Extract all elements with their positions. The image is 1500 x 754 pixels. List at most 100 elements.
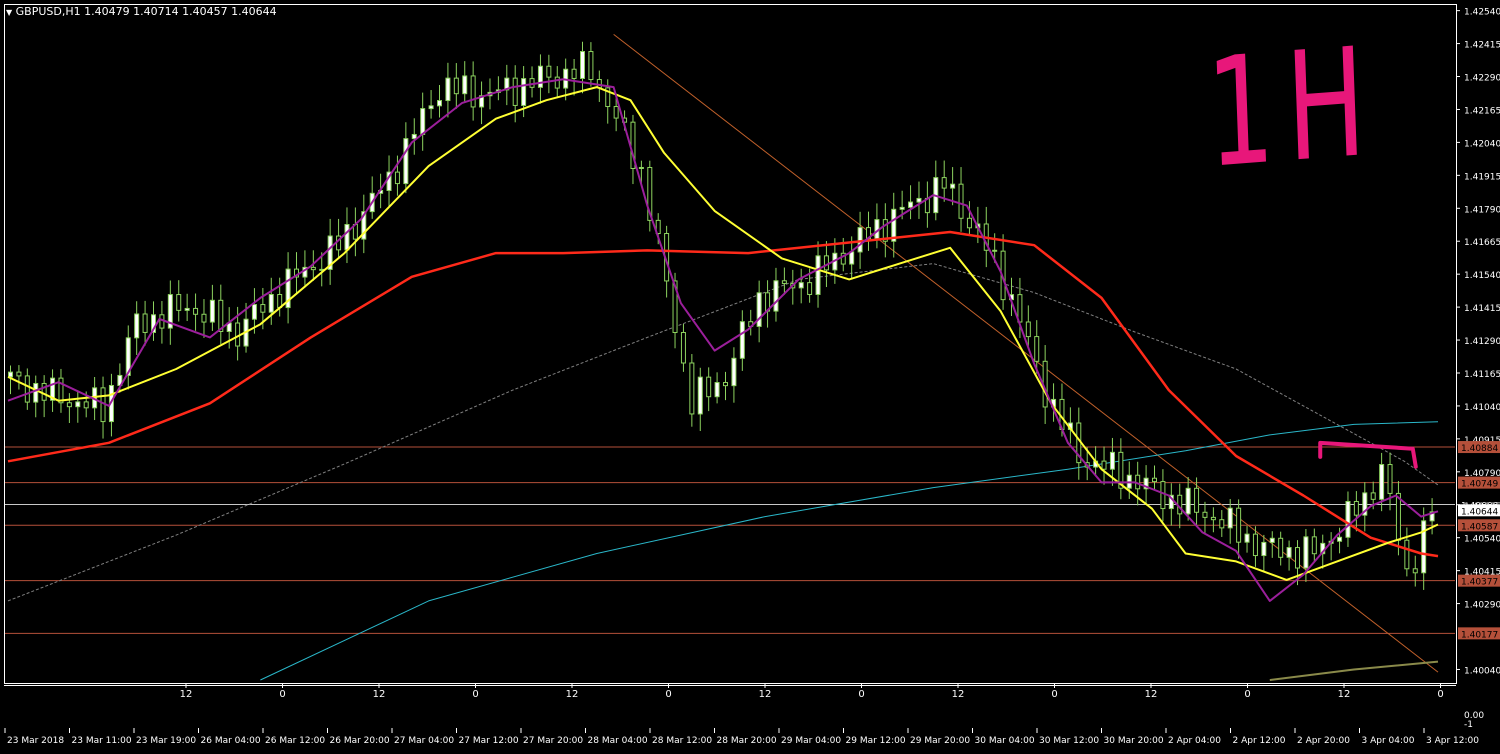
candle-body[interactable] <box>815 255 821 295</box>
top-time-label: 0 <box>665 689 671 700</box>
candle-body[interactable] <box>950 183 956 189</box>
candle-body[interactable] <box>1379 464 1385 500</box>
candle-body[interactable] <box>470 75 476 108</box>
candle-body[interactable] <box>24 375 30 403</box>
candle-body[interactable] <box>697 376 703 415</box>
price-tick-label: 1.42040 <box>1464 139 1500 149</box>
candle-body[interactable] <box>193 307 199 315</box>
price-chart[interactable]: 1.42540 1.42415 1.42290 1.42165 1.42040 1.419… <box>0 0 1500 750</box>
candle-body[interactable] <box>260 304 266 313</box>
candle-body[interactable] <box>781 280 787 284</box>
candle-body[interactable] <box>1345 500 1351 538</box>
candle-body[interactable] <box>462 75 468 95</box>
candle-body[interactable] <box>75 401 81 408</box>
candle-body[interactable] <box>908 201 914 208</box>
candle-body[interactable] <box>403 138 409 185</box>
candle-body[interactable] <box>1034 336 1040 362</box>
candle-body[interactable] <box>8 371 13 378</box>
candle-body[interactable] <box>1278 537 1284 558</box>
candle-body[interactable] <box>445 77 451 102</box>
candle-body[interactable] <box>1227 507 1233 529</box>
candle-body[interactable] <box>1252 533 1258 557</box>
candle-body[interactable] <box>1236 507 1242 543</box>
candle-body[interactable] <box>394 171 400 185</box>
candle-body[interactable] <box>428 105 434 110</box>
candle-body[interactable] <box>1370 492 1376 500</box>
candle-body[interactable] <box>731 357 737 387</box>
candle-body[interactable] <box>1210 516 1216 521</box>
candle-body[interactable] <box>1152 477 1157 483</box>
candle-body[interactable] <box>411 133 417 140</box>
candle-body[interactable] <box>453 77 459 95</box>
candle-body[interactable] <box>1269 537 1275 543</box>
candle-body[interactable] <box>554 76 560 89</box>
candle-body[interactable] <box>1244 533 1250 543</box>
candle-body[interactable] <box>546 65 552 78</box>
candle-body[interactable] <box>580 51 585 79</box>
candle-body[interactable] <box>891 208 897 242</box>
candle-body[interactable] <box>176 294 182 311</box>
candle-body[interactable] <box>512 77 518 106</box>
candle-body[interactable] <box>773 280 779 312</box>
candle-body[interactable] <box>723 382 728 387</box>
candle-body[interactable] <box>209 299 215 323</box>
candle-body[interactable] <box>706 376 712 398</box>
candle-body[interactable] <box>807 282 813 295</box>
candle-body[interactable] <box>823 255 829 271</box>
candle-body[interactable] <box>66 402 72 408</box>
candle-body[interactable] <box>638 166 644 169</box>
candle-body[interactable] <box>941 177 947 189</box>
candle-body[interactable] <box>1395 492 1401 541</box>
candle-body[interactable] <box>521 78 527 106</box>
candle-body[interactable] <box>798 282 804 289</box>
candle-body[interactable] <box>251 304 257 320</box>
candle-body[interactable] <box>1311 536 1317 555</box>
candle-body[interactable] <box>16 371 22 377</box>
candle-body[interactable] <box>344 223 350 251</box>
candle-body[interactable] <box>1185 487 1191 515</box>
candle-body[interactable] <box>1421 520 1427 574</box>
candle-body[interactable] <box>1303 536 1309 569</box>
candle-body[interactable] <box>142 313 148 333</box>
candle-body[interactable] <box>134 313 140 339</box>
candle-body[interactable] <box>537 65 543 88</box>
candle-body[interactable] <box>899 206 905 210</box>
candle-body[interactable] <box>1109 451 1115 470</box>
candle-body[interactable] <box>437 100 442 107</box>
candle-body[interactable] <box>1286 547 1292 558</box>
candle-body[interactable] <box>689 362 695 415</box>
candle-body[interactable] <box>613 106 619 119</box>
candle-body[interactable] <box>992 249 998 252</box>
candle-body[interactable] <box>1194 487 1200 513</box>
candle-body[interactable] <box>857 227 863 253</box>
candle-body[interactable] <box>201 313 207 323</box>
candle-body[interactable] <box>680 332 686 364</box>
candle-body[interactable] <box>1025 321 1031 338</box>
candle-body[interactable] <box>33 382 39 403</box>
candle-body[interactable] <box>958 183 964 219</box>
candle-body[interactable] <box>1160 481 1166 510</box>
candle-body[interactable] <box>571 68 577 79</box>
candle-body[interactable] <box>849 251 855 265</box>
candle-body[interactable] <box>1261 541 1267 557</box>
chart-menu-icon[interactable]: ▼ <box>6 8 12 17</box>
candle-body[interactable] <box>1353 500 1359 516</box>
candle-body[interactable] <box>966 217 972 229</box>
candle-body[interactable] <box>714 382 720 398</box>
candle-body[interactable] <box>420 108 426 135</box>
candle-body[interactable] <box>739 321 745 359</box>
candle-body[interactable] <box>1202 511 1208 518</box>
candle-body[interactable] <box>916 197 922 203</box>
candle-body[interactable] <box>1219 519 1225 529</box>
candle-body[interactable] <box>588 51 594 81</box>
candle-body[interactable] <box>268 293 274 313</box>
candle-body[interactable] <box>1412 568 1418 574</box>
candle-body[interactable] <box>1404 539 1410 570</box>
candle-body[interactable] <box>83 401 89 409</box>
candle-body[interactable] <box>1387 464 1393 494</box>
candle-body[interactable] <box>1337 536 1343 542</box>
candle-body[interactable] <box>1101 460 1107 470</box>
candle-body[interactable] <box>184 307 190 311</box>
candle-body[interactable] <box>310 266 316 271</box>
candle-body[interactable] <box>1295 547 1300 569</box>
